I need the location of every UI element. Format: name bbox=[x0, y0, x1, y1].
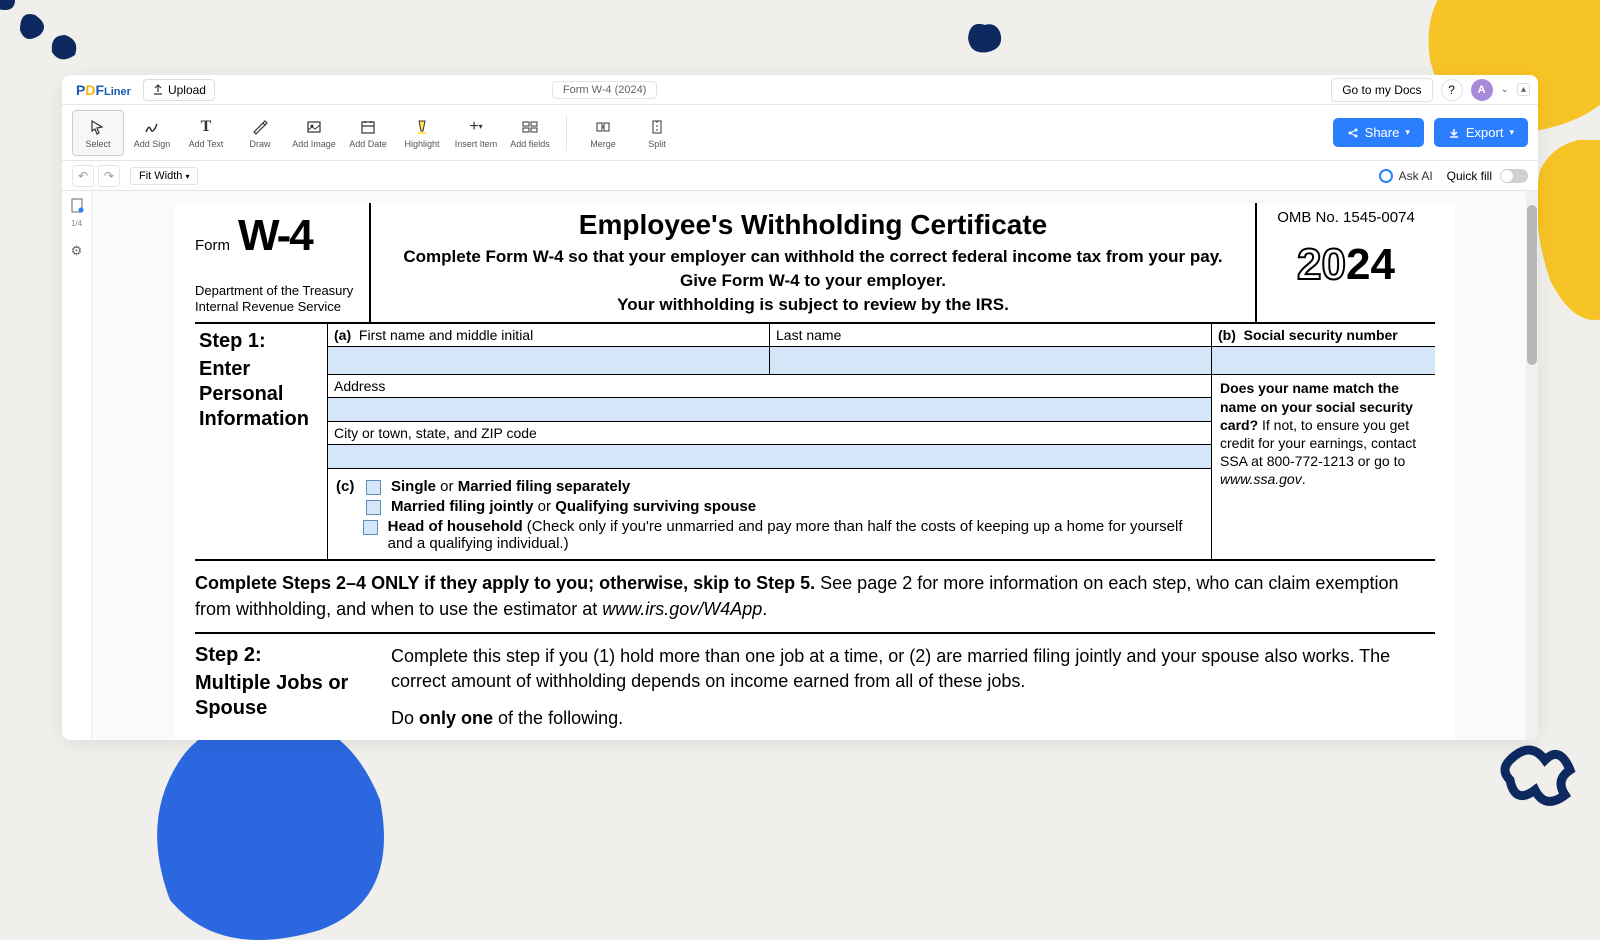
add-sign-tool[interactable]: Add Sign bbox=[126, 110, 178, 156]
menu-chevron-icon[interactable]: ▴ bbox=[1517, 83, 1530, 96]
add-fields-tool[interactable]: Add fields bbox=[504, 110, 556, 156]
insert-item-tool[interactable]: +▾Insert Item bbox=[450, 110, 502, 156]
merge-icon bbox=[594, 117, 612, 137]
step2-title: Step 2: bbox=[195, 644, 371, 667]
department-text: Department of the TreasuryInternal Reven… bbox=[195, 283, 365, 316]
ssn-label: (b) Social security number bbox=[1212, 324, 1435, 346]
logo[interactable]: PDFLiner bbox=[76, 82, 131, 98]
ssn-field[interactable] bbox=[1212, 346, 1435, 374]
last-name-label: Last name bbox=[770, 324, 1211, 346]
highlight-icon bbox=[413, 117, 431, 137]
single-checkbox[interactable] bbox=[366, 480, 381, 495]
decor-blob-r bbox=[1530, 140, 1600, 340]
form-title: Employee's Withholding Certificate bbox=[381, 209, 1245, 241]
page-indicator: 1/4 bbox=[71, 219, 82, 228]
form-subtitle: Complete Form W-4 so that your employer … bbox=[381, 245, 1245, 316]
subbar: ↶ ↷ Fit Width ▾ Ask AI Quick fill bbox=[62, 161, 1538, 191]
form-w4-page: Form W-4 Department of the TreasuryIntern… bbox=[175, 203, 1455, 740]
mfj-checkbox[interactable] bbox=[366, 500, 381, 515]
split-icon bbox=[648, 117, 666, 137]
add-date-tool[interactable]: Add Date bbox=[342, 110, 394, 156]
upload-label: Upload bbox=[168, 83, 206, 97]
undo-button[interactable]: ↶ bbox=[72, 165, 94, 187]
account-chevron-icon[interactable]: ⌄ bbox=[1501, 84, 1509, 95]
tax-year: 2024 bbox=[1263, 240, 1429, 290]
merge-tool[interactable]: Merge bbox=[577, 110, 629, 156]
decor-blob-tl bbox=[0, 0, 110, 80]
pages-icon[interactable] bbox=[68, 197, 86, 215]
scroll-thumb[interactable] bbox=[1527, 205, 1537, 365]
last-name-field[interactable] bbox=[770, 346, 1211, 374]
draw-tool[interactable]: Draw bbox=[234, 110, 286, 156]
form-label: Form bbox=[195, 237, 230, 254]
split-tool[interactable]: Split bbox=[631, 110, 683, 156]
fields-icon bbox=[521, 117, 539, 137]
upload-icon bbox=[152, 84, 164, 96]
first-name-field[interactable] bbox=[328, 346, 769, 374]
toolbar-separator bbox=[566, 115, 567, 151]
instruction-block: Complete Steps 2–4 ONLY if they apply to… bbox=[195, 561, 1435, 633]
omb-number: OMB No. 1545-0074 bbox=[1263, 209, 1429, 226]
toggle-switch[interactable] bbox=[1500, 169, 1528, 183]
step1-subtitle: Enter Personal Information bbox=[199, 357, 323, 432]
city-field[interactable] bbox=[328, 444, 1211, 468]
hoh-checkbox[interactable] bbox=[363, 520, 378, 535]
step2-subtitle: Multiple Jobs or Spouse bbox=[195, 671, 371, 721]
ssn-note: Does your name match the name on your so… bbox=[1212, 374, 1435, 492]
share-button[interactable]: Share▾ bbox=[1333, 118, 1424, 147]
left-rail: 1/4 ⚙ bbox=[62, 191, 92, 740]
filing-status-section: (c)Single or Married filing separately M… bbox=[327, 468, 1211, 559]
step1-section: Step 1: Enter Personal Information (a) F… bbox=[195, 324, 1435, 561]
date-icon bbox=[359, 117, 377, 137]
text-icon: T bbox=[201, 117, 212, 137]
address-label: Address bbox=[328, 375, 1211, 397]
toolbar: Select Add Sign TAdd Text Draw Add Image… bbox=[62, 105, 1538, 161]
document-viewport[interactable]: Form W-4 Department of the TreasuryIntern… bbox=[92, 191, 1538, 740]
goto-docs-button[interactable]: Go to my Docs bbox=[1331, 78, 1432, 102]
select-icon bbox=[89, 117, 107, 137]
zoom-select[interactable]: Fit Width ▾ bbox=[130, 167, 198, 185]
step1-title: Step 1: bbox=[199, 330, 323, 353]
insert-icon: +▾ bbox=[469, 117, 482, 137]
decor-blob-br bbox=[1500, 740, 1580, 820]
upload-button[interactable]: Upload bbox=[143, 79, 215, 101]
app-frame: PDFLiner Upload Form W-4 (2024) Go to my… bbox=[62, 75, 1538, 740]
image-icon bbox=[305, 117, 323, 137]
step2-section: Step 2: Multiple Jobs or Spouse Complete… bbox=[195, 634, 1435, 740]
step2-text: Complete this step if you (1) hold more … bbox=[391, 644, 1435, 732]
export-icon bbox=[1448, 127, 1460, 139]
highlight-tool[interactable]: Highlight bbox=[396, 110, 448, 156]
sign-icon bbox=[143, 117, 161, 137]
settings-icon[interactable]: ⚙ bbox=[68, 242, 86, 260]
add-image-tool[interactable]: Add Image bbox=[288, 110, 340, 156]
add-text-tool[interactable]: TAdd Text bbox=[180, 110, 232, 156]
help-button[interactable]: ? bbox=[1441, 79, 1463, 101]
decor-blob-tc bbox=[960, 20, 1010, 60]
scrollbar[interactable] bbox=[1526, 191, 1538, 740]
document-title[interactable]: Form W-4 (2024) bbox=[552, 81, 658, 99]
header-bar: PDFLiner Upload Form W-4 (2024) Go to my… bbox=[62, 75, 1538, 105]
ai-icon bbox=[1379, 169, 1393, 183]
city-label: City or town, state, and ZIP code bbox=[328, 422, 1211, 444]
redo-button[interactable]: ↷ bbox=[98, 165, 120, 187]
quick-fill-toggle: Quick fill bbox=[1447, 169, 1528, 183]
form-code: W-4 bbox=[238, 211, 312, 261]
main-area: 1/4 ⚙ Form W-4 Department of the Treasury… bbox=[62, 191, 1538, 740]
select-tool[interactable]: Select bbox=[72, 110, 124, 156]
share-icon bbox=[1347, 127, 1359, 139]
address-field[interactable] bbox=[328, 397, 1211, 421]
ask-ai-button[interactable]: Ask AI bbox=[1379, 169, 1433, 183]
form-header: Form W-4 Department of the TreasuryIntern… bbox=[195, 203, 1435, 324]
first-name-label: (a) First name and middle initial bbox=[328, 324, 769, 346]
draw-icon bbox=[251, 117, 269, 137]
export-button[interactable]: Export▾ bbox=[1434, 118, 1528, 147]
avatar[interactable]: A bbox=[1471, 79, 1493, 101]
